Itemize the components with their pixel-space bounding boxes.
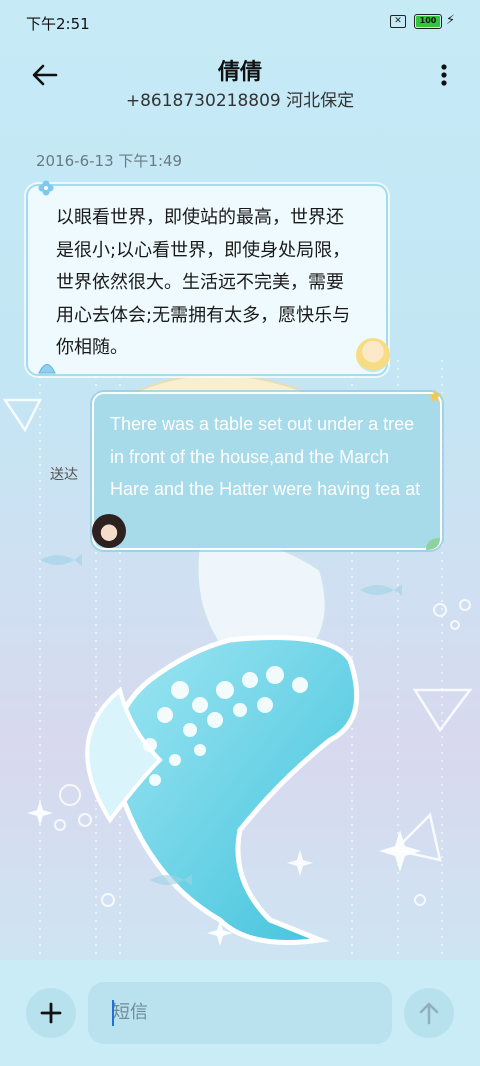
message-input[interactable]: 短信 <box>88 982 392 1044</box>
delivery-status: 送达 <box>50 467 78 483</box>
composer-bar: 短信 <box>0 960 480 1066</box>
status-bar: 下午2:51 ✕ 100 ⚡ <box>0 0 480 44</box>
shell-decoration-icon <box>38 364 56 374</box>
user-avatar[interactable] <box>92 514 126 548</box>
send-arrow-icon <box>419 1002 439 1025</box>
message-timestamp: 2016-6-13 下午1:49 <box>36 152 183 170</box>
conversation-header: 倩倩 +8618730218809 河北保定 <box>0 44 480 120</box>
incoming-message-bubble[interactable]: 以眼看世界，即使站的最高，世界还是很小;以心看世界，即使身处局限，世界依然很大。… <box>26 184 388 376</box>
battery-level: 100 <box>416 16 440 27</box>
attach-button[interactable] <box>26 988 76 1038</box>
contact-avatar[interactable] <box>356 338 390 372</box>
outgoing-message-bubble[interactable]: There was a table set out under a tree i… <box>92 392 442 550</box>
leaf-decoration-icon <box>426 538 440 550</box>
more-vertical-icon <box>441 64 447 86</box>
battery-icon: 100 <box>414 14 442 29</box>
status-time: 下午2:51 <box>26 15 90 33</box>
send-button[interactable] <box>404 988 454 1038</box>
contact-name[interactable]: 倩倩 <box>0 54 480 86</box>
flower-decoration-icon <box>38 180 54 196</box>
contact-number: +8618730218809 河北保定 <box>125 91 355 111</box>
star-decoration-icon <box>428 389 442 403</box>
message-input-placeholder: 短信 <box>112 1002 148 1023</box>
charging-bolt-icon: ⚡ <box>446 13 456 28</box>
text-caret <box>112 1000 114 1026</box>
more-options-button[interactable] <box>432 52 456 98</box>
plus-icon <box>40 1002 62 1024</box>
sim-card-icon: ✕ <box>390 15 406 28</box>
